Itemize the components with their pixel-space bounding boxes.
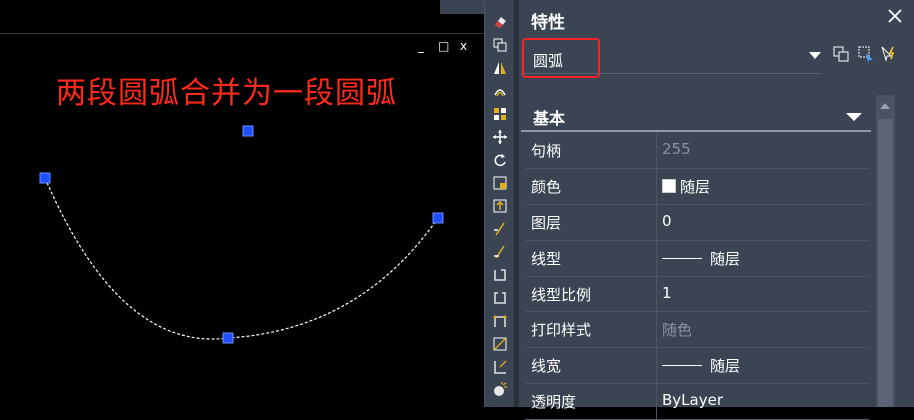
- scroll-thumb[interactable]: [878, 119, 893, 407]
- explode-icon[interactable]: [490, 380, 510, 400]
- column-divider: [656, 276, 657, 312]
- prop-row-plot-style[interactable]: 打印样式 随色: [525, 312, 869, 349]
- stretch-icon[interactable]: [490, 196, 510, 216]
- linetype-sample: [662, 257, 702, 259]
- group-header-label: 基本: [533, 109, 566, 128]
- arc-grip-mid: [222, 332, 234, 344]
- prop-value: 随层: [680, 177, 711, 196]
- prop-value-container[interactable]: 随层: [662, 248, 740, 269]
- modify-toolbar: [484, 0, 515, 407]
- panel-title: 特性: [531, 13, 565, 33]
- break-icon[interactable]: [490, 265, 510, 285]
- drawing-canvas[interactable]: _ □ x 两段圆弧合并为一段圆弧: [0, 0, 484, 407]
- toggle-pickadd-icon[interactable]: [831, 44, 851, 64]
- column-divider: [656, 240, 657, 276]
- prop-name: 颜色: [531, 177, 562, 196]
- prop-row-linetype-scale[interactable]: 线型比例 1: [525, 276, 869, 313]
- arc-grip-end: [432, 212, 444, 224]
- trim-icon[interactable]: [490, 219, 510, 239]
- column-divider: [656, 348, 657, 384]
- prop-row-handle[interactable]: 句柄 255: [525, 133, 869, 169]
- arc-grip-center: [242, 125, 254, 137]
- chamfer-icon[interactable]: [490, 334, 510, 354]
- copy-icon[interactable]: [490, 35, 510, 55]
- prop-value-container[interactable]: 随层: [662, 355, 740, 376]
- join-icon[interactable]: [490, 311, 510, 331]
- column-divider: [656, 384, 657, 420]
- prop-name: 线型比例: [531, 285, 592, 304]
- mirror-icon[interactable]: [490, 58, 510, 78]
- panel-scrollbar[interactable]: [876, 95, 895, 407]
- arc-drawing[interactable]: [0, 0, 484, 407]
- prop-name: 透明度: [531, 393, 577, 412]
- array-icon[interactable]: [490, 104, 510, 124]
- prop-value[interactable]: 1: [662, 284, 672, 302]
- close-icon[interactable]: [885, 6, 905, 26]
- column-divider: [656, 204, 657, 240]
- prop-name: 线宽: [531, 357, 562, 376]
- prop-value[interactable]: 0: [662, 212, 672, 230]
- collapse-icon[interactable]: [846, 113, 862, 121]
- arc-grip-start: [39, 172, 51, 184]
- prop-row-lineweight[interactable]: 线宽 随层: [525, 348, 869, 385]
- offset-icon[interactable]: [490, 81, 510, 101]
- column-divider: [656, 312, 657, 348]
- prop-row-layer[interactable]: 图层 0: [525, 204, 869, 241]
- prop-row-linetype[interactable]: 线型 随层: [525, 240, 869, 277]
- rotate-icon[interactable]: [490, 150, 510, 170]
- prop-name: 打印样式: [531, 321, 592, 340]
- eraser-icon[interactable]: [490, 12, 510, 32]
- prop-value: 随层: [710, 357, 741, 376]
- move-icon[interactable]: [490, 127, 510, 147]
- properties-panel: 特性 圆弧 基本 句柄 255 颜色 随层 图层 0 线型 随层 线型比例 1 …: [519, 0, 914, 420]
- column-divider: [656, 168, 657, 204]
- lineweight-sample: [662, 365, 702, 367]
- extend-icon[interactable]: [490, 242, 510, 262]
- quick-select-icon[interactable]: [879, 44, 899, 64]
- prop-value: 255: [662, 140, 691, 158]
- prop-name: 图层: [531, 213, 562, 232]
- prop-value-container[interactable]: 随层: [662, 176, 710, 197]
- color-swatch: [662, 179, 676, 194]
- column-divider: [656, 133, 657, 168]
- prop-row-color[interactable]: 颜色 随层: [525, 168, 869, 205]
- chevron-down-icon[interactable]: [809, 52, 821, 59]
- selected-arc: [44, 177, 439, 340]
- prop-value: 随色: [662, 321, 693, 340]
- prop-value: 随层: [710, 249, 741, 268]
- prop-name: 句柄: [531, 142, 562, 160]
- highlight-box: [522, 38, 600, 78]
- group-header-general[interactable]: 基本: [521, 100, 871, 132]
- property-grid: 句柄 255 颜色 随层 图层 0 线型 随层 线型比例 1 打印样式 随色 线…: [525, 133, 869, 420]
- scale-icon[interactable]: [490, 173, 510, 193]
- select-objects-icon[interactable]: [856, 44, 876, 64]
- prop-row-transparency[interactable]: 透明度 ByLayer: [525, 384, 869, 420]
- fillet-icon[interactable]: [490, 357, 510, 377]
- scroll-up-icon[interactable]: [880, 103, 890, 109]
- break-at-point-icon[interactable]: [490, 288, 510, 308]
- prop-name: 线型: [531, 249, 562, 268]
